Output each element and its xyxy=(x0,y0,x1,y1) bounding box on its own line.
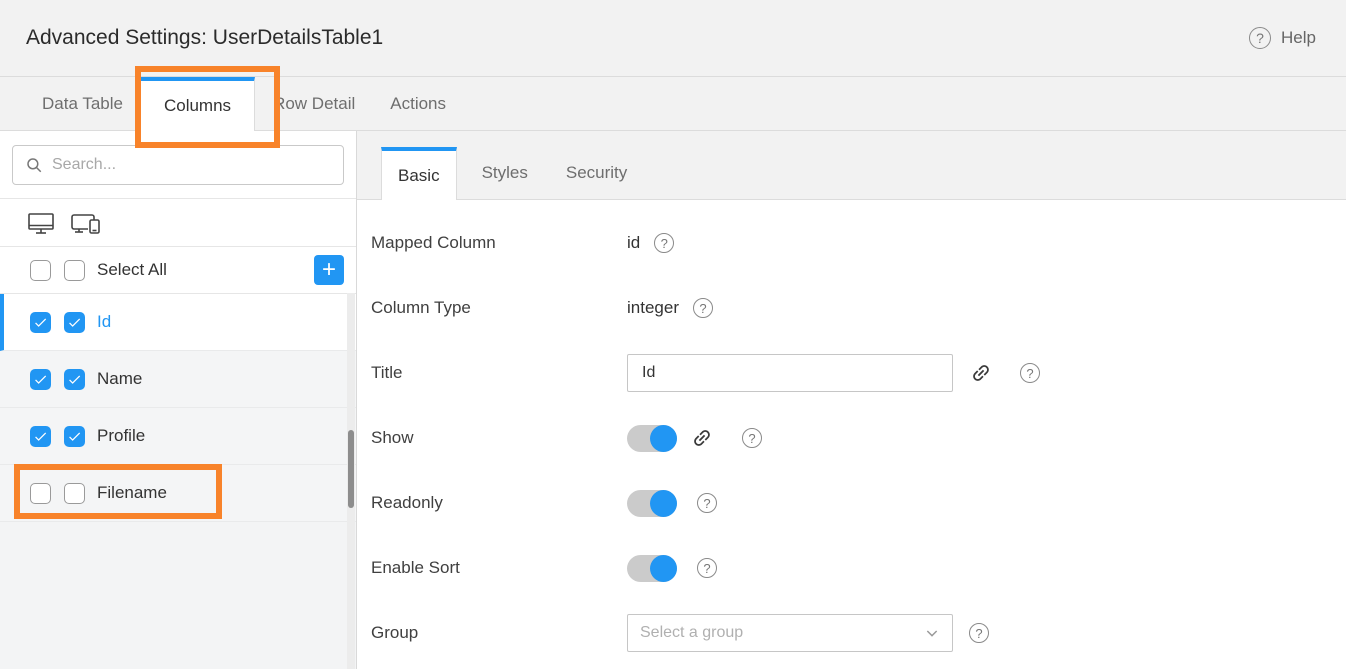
column-row-name[interactable]: Name xyxy=(0,351,356,408)
title-label: Title xyxy=(371,363,627,383)
page-title: Advanced Settings: UserDetailsTable1 xyxy=(26,26,383,50)
link-binding-icon[interactable] xyxy=(970,362,992,384)
header: Advanced Settings: UserDetailsTable1 ? H… xyxy=(0,0,1346,77)
basic-form: Mapped Column id ? Column Type integer ?… xyxy=(357,200,1346,665)
plus-icon: + xyxy=(322,258,336,282)
tab-security[interactable]: Security xyxy=(566,147,627,199)
column-row-id[interactable]: Id xyxy=(0,294,356,351)
search-input[interactable] xyxy=(52,156,331,174)
filename-mobile-checkbox[interactable] xyxy=(64,483,85,504)
search-container xyxy=(0,131,356,199)
tab-actions[interactable]: Actions xyxy=(390,77,446,130)
tab-data-table[interactable]: Data Table xyxy=(42,77,123,130)
sidebar-scrollbar-thumb[interactable] xyxy=(348,430,354,508)
panel-tab-bar: Basic Styles Security xyxy=(357,131,1346,200)
content: Select All + Id Name Profile xyxy=(0,131,1346,669)
column-label-id: Id xyxy=(97,312,111,332)
help-circle-icon: ? xyxy=(1249,27,1271,49)
title-input[interactable] xyxy=(627,354,953,392)
show-row: Show ? xyxy=(371,406,1346,470)
column-row-filename[interactable]: Filename xyxy=(0,465,356,522)
advanced-settings-window: Advanced Settings: UserDetailsTable1 ? H… xyxy=(0,0,1346,669)
enable-sort-label: Enable Sort xyxy=(371,558,627,578)
column-type-label: Column Type xyxy=(371,298,627,318)
id-mobile-checkbox[interactable] xyxy=(64,312,85,333)
show-toggle[interactable] xyxy=(627,425,677,452)
mapped-column-help-icon[interactable]: ? xyxy=(654,233,674,253)
column-type-help-icon[interactable]: ? xyxy=(693,298,713,318)
readonly-help-icon[interactable]: ? xyxy=(697,493,717,513)
desktop-icon[interactable] xyxy=(25,209,57,237)
filename-desktop-checkbox[interactable] xyxy=(30,483,51,504)
tab-row-detail[interactable]: Row Detail xyxy=(273,77,355,130)
group-label: Group xyxy=(371,623,627,643)
sidebar-filler xyxy=(0,522,356,669)
group-select-placeholder: Select a group xyxy=(640,624,743,642)
tab-columns[interactable]: Columns xyxy=(140,77,255,131)
tab-styles[interactable]: Styles xyxy=(482,147,528,199)
column-type-row: Column Type integer ? xyxy=(371,276,1346,340)
profile-mobile-checkbox[interactable] xyxy=(64,426,85,447)
profile-desktop-checkbox[interactable] xyxy=(30,426,51,447)
mapped-column-value: id xyxy=(627,233,640,253)
mapped-column-row: Mapped Column id ? xyxy=(371,211,1346,275)
show-help-icon[interactable]: ? xyxy=(742,428,762,448)
add-column-button[interactable]: + xyxy=(314,255,344,285)
select-all-label: Select All xyxy=(97,260,167,280)
enable-sort-toggle[interactable] xyxy=(627,555,677,582)
id-desktop-checkbox[interactable] xyxy=(30,312,51,333)
mapped-column-label: Mapped Column xyxy=(371,233,627,253)
show-label: Show xyxy=(371,428,627,448)
select-all-mobile-checkbox[interactable] xyxy=(64,260,85,281)
main-tab-bar: Data Table Columns Row Detail Actions xyxy=(0,77,1346,131)
group-row: Group Select a group ? xyxy=(371,601,1346,665)
name-desktop-checkbox[interactable] xyxy=(30,369,51,390)
name-mobile-checkbox[interactable] xyxy=(64,369,85,390)
column-row-profile[interactable]: Profile xyxy=(0,408,356,465)
show-link-binding-icon[interactable] xyxy=(691,427,713,449)
group-help-icon[interactable]: ? xyxy=(969,623,989,643)
column-type-value: integer xyxy=(627,298,679,318)
chevron-down-icon xyxy=(924,625,940,641)
tab-basic[interactable]: Basic xyxy=(381,147,457,200)
help-button[interactable]: ? Help xyxy=(1249,27,1316,49)
title-row: Title ? xyxy=(371,341,1346,405)
readonly-label: Readonly xyxy=(371,493,627,513)
help-label: Help xyxy=(1281,28,1316,48)
columns-sidebar: Select All + Id Name Profile xyxy=(0,131,357,669)
title-help-icon[interactable]: ? xyxy=(1020,363,1040,383)
devices-icon[interactable] xyxy=(70,209,104,237)
select-all-desktop-checkbox[interactable] xyxy=(30,260,51,281)
select-all-row: Select All + xyxy=(0,247,356,294)
enable-sort-help-icon[interactable]: ? xyxy=(697,558,717,578)
group-select[interactable]: Select a group xyxy=(627,614,953,652)
column-label-profile: Profile xyxy=(97,426,145,446)
search-icon xyxy=(25,156,43,174)
enable-sort-row: Enable Sort ? xyxy=(371,536,1346,600)
search-box xyxy=(12,145,344,185)
readonly-toggle[interactable] xyxy=(627,490,677,517)
column-settings-panel: Basic Styles Security Mapped Column id ?… xyxy=(357,131,1346,669)
column-label-filename: Filename xyxy=(97,483,167,503)
readonly-row: Readonly ? xyxy=(371,471,1346,535)
column-label-name: Name xyxy=(97,369,142,389)
device-toggle-row xyxy=(0,199,356,247)
